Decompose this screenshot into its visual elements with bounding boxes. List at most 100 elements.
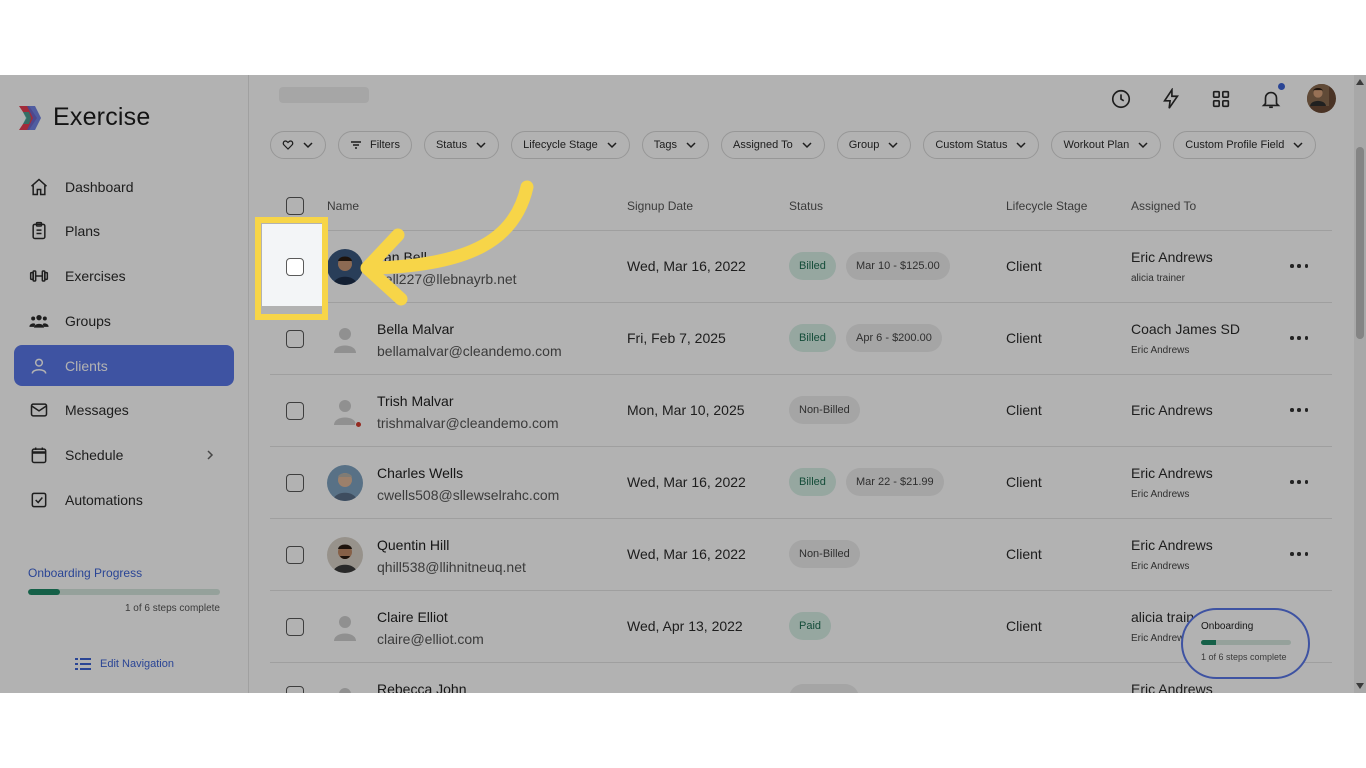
assigned-to: Eric Andrews xyxy=(1131,249,1213,265)
chevron-down-icon xyxy=(686,142,696,149)
logo-mark-icon xyxy=(17,104,43,132)
sidebar-item-groups[interactable]: Groups xyxy=(14,300,234,341)
sidebar-item-exercises[interactable]: Exercises xyxy=(14,256,234,297)
app-logo[interactable]: Exercise xyxy=(17,103,150,132)
column-header-name[interactable]: Name xyxy=(327,199,359,213)
checkbox-icon xyxy=(31,492,47,508)
sidebar-item-label: Dashboard xyxy=(65,178,134,195)
client-name[interactable]: Quentin Hill xyxy=(377,537,449,553)
custom-profile-field-filter[interactable]: Custom Profile Field xyxy=(1173,131,1317,159)
assigned-to: Eric Andrews xyxy=(1131,402,1213,418)
onboarding-progress-bar xyxy=(28,589,220,595)
custom-status-filter[interactable]: Custom Status xyxy=(923,131,1040,159)
column-header-lifecycle-stage[interactable]: Lifecycle Stage xyxy=(1006,199,1087,213)
table-row[interactable]: Quentin Hill qhill538@llihnitneuq.net We… xyxy=(270,518,1332,590)
assigned-to-secondary: Eric Andrews xyxy=(1131,489,1190,500)
client-name[interactable]: Charles Wells xyxy=(377,465,463,481)
clock-icon xyxy=(1111,89,1131,108)
signup-date: Wed, Mar 16, 2022 xyxy=(627,258,746,274)
client-name[interactable]: yan Bell xyxy=(377,249,427,265)
table-row[interactable]: Charles Wells cwells508@sllewselrahc.com… xyxy=(270,446,1332,518)
scroll-down-arrow[interactable] xyxy=(1356,683,1364,689)
sidebar-item-schedule[interactable]: Schedule xyxy=(14,435,234,476)
quick-actions-button[interactable] xyxy=(1157,85,1185,113)
billing-amount-badge: Mar 22 - $21.99 xyxy=(846,468,944,496)
search-placeholder[interactable] xyxy=(279,87,369,103)
select-all-checkbox[interactable] xyxy=(286,197,304,215)
tags-filter[interactable]: Tags xyxy=(641,131,709,159)
onboarding-progress[interactable]: Onboarding Progress 1 of 6 steps complet… xyxy=(28,566,220,614)
history-button[interactable] xyxy=(1107,85,1135,113)
page-scrollbar[interactable] xyxy=(1354,75,1366,693)
sidebar-item-messages[interactable]: Messages xyxy=(14,390,234,431)
table-row[interactable]: Bella Malvar bellamalvar@cleandemo.com F… xyxy=(270,302,1332,374)
column-header-status[interactable]: Status xyxy=(789,199,823,213)
table-row[interactable]: Trish Malvar trishmalvar@cleandemo.com M… xyxy=(270,374,1332,446)
filter-label: Group xyxy=(848,139,880,151)
client-name[interactable]: Rebecca John xyxy=(377,681,467,693)
status-filter[interactable]: Status xyxy=(423,131,500,159)
sidebar-item-automations[interactable]: Automations xyxy=(14,480,234,521)
row-checkbox[interactable] xyxy=(286,618,304,636)
edit-navigation-link[interactable]: Edit Navigation xyxy=(75,657,174,671)
workout-plan-filter[interactable]: Workout Plan xyxy=(1051,131,1162,159)
highlight-box xyxy=(255,217,328,320)
column-header-assigned-to[interactable]: Assigned To xyxy=(1131,199,1196,213)
onboarding-widget[interactable]: Onboarding 1 of 6 steps complete xyxy=(1181,608,1310,679)
client-name[interactable]: Claire Elliot xyxy=(377,609,448,625)
row-more-button[interactable] xyxy=(1290,257,1308,275)
table-row[interactable]: Rebecca John Eric Andrews xyxy=(270,662,1332,693)
app-frame: Exercise Dashboard Plans Exercises Group… xyxy=(0,75,1366,693)
filters-button[interactable]: Filters xyxy=(338,131,412,159)
column-header-signup-date[interactable]: Signup Date xyxy=(627,199,693,213)
favorites-filter[interactable] xyxy=(270,131,326,159)
sidebar-item-label: Messages xyxy=(65,402,129,419)
billing-amount-badge: Apr 6 - $200.00 xyxy=(846,324,942,352)
row-checkbox[interactable] xyxy=(286,474,304,492)
table-row[interactable]: Claire Elliot claire@elliot.com Wed, Apr… xyxy=(270,590,1332,662)
row-checkbox[interactable] xyxy=(286,546,304,564)
chevron-down-icon xyxy=(303,142,313,149)
table-row[interactable]: yan Bell bell227@llebnayrb.net Wed, Mar … xyxy=(270,230,1332,302)
chevron-down-icon xyxy=(1016,142,1026,149)
sidebar-item-dashboard[interactable]: Dashboard xyxy=(14,166,234,207)
row-more-button[interactable] xyxy=(1290,473,1308,491)
chevron-down-icon xyxy=(476,142,486,149)
row-more-button[interactable] xyxy=(1290,329,1308,347)
filter-icon xyxy=(351,141,361,149)
row-checkbox[interactable] xyxy=(286,330,304,348)
apps-button[interactable] xyxy=(1207,85,1235,113)
sidebar-item-plans[interactable]: Plans xyxy=(14,211,234,252)
row-checkbox[interactable] xyxy=(286,686,304,693)
row-more-button[interactable] xyxy=(1290,401,1308,419)
mail-icon xyxy=(30,403,48,418)
filter-label: Custom Profile Field xyxy=(1185,139,1285,151)
client-name[interactable]: Trish Malvar xyxy=(377,393,454,409)
lifecycle-stage-filter[interactable]: Lifecycle Stage xyxy=(511,131,630,159)
scrollbar-thumb[interactable] xyxy=(1356,147,1364,339)
status-badge: Billed xyxy=(789,324,836,352)
status-dot xyxy=(355,421,362,428)
assigned-to: Eric Andrews xyxy=(1131,537,1213,553)
row-more-button[interactable] xyxy=(1290,545,1308,563)
scroll-up-arrow[interactable] xyxy=(1356,79,1364,85)
table-header: Name Signup Date Status Lifecycle Stage … xyxy=(270,182,1332,230)
filter-bar: Filters Status Lifecycle Stage Tags Assi… xyxy=(270,131,1317,159)
lightning-icon xyxy=(1163,87,1179,109)
status-badge: Paid xyxy=(789,612,832,640)
lifecycle-stage: Client xyxy=(1006,546,1042,562)
status-badge xyxy=(789,684,859,693)
client-email: cwells508@sllewselrahc.com xyxy=(377,487,560,503)
group-filter[interactable]: Group xyxy=(836,131,912,159)
signup-date: Fri, Feb 7, 2025 xyxy=(627,330,726,346)
chevron-down-icon xyxy=(802,142,812,149)
assigned-to: Eric Andrews xyxy=(1131,465,1213,481)
sidebar-item-label: Automations xyxy=(65,492,143,509)
user-avatar[interactable] xyxy=(1307,84,1336,113)
sidebar-item-clients[interactable]: Clients xyxy=(14,345,234,387)
row-checkbox[interactable] xyxy=(286,402,304,420)
notifications-button[interactable] xyxy=(1257,82,1285,113)
assigned-to-filter[interactable]: Assigned To xyxy=(721,131,825,159)
client-name[interactable]: Bella Malvar xyxy=(377,321,454,337)
client-avatar xyxy=(327,465,363,501)
